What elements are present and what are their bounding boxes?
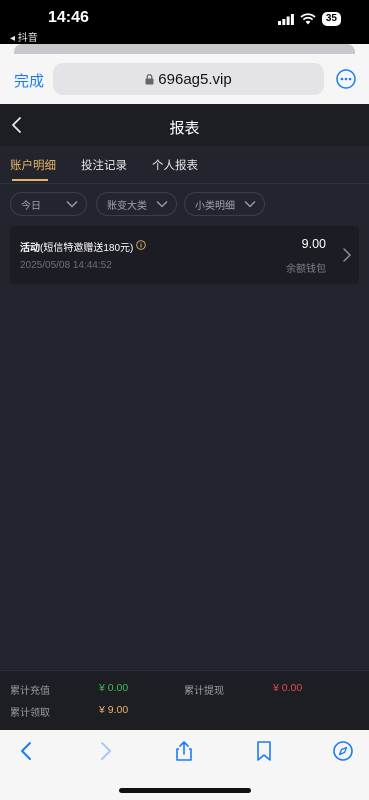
done-button[interactable]: 完成: [14, 70, 44, 91]
compass-icon[interactable]: [332, 740, 354, 762]
chevron-down-icon: [66, 201, 78, 208]
status-time: 14:46: [48, 9, 89, 26]
total-recharge-label: 累计充值: [10, 686, 50, 697]
share-icon[interactable]: [173, 740, 195, 762]
cellular-signal-icon: [277, 13, 294, 25]
total-claim-value: ¥ 9.00: [99, 704, 129, 716]
filter-date-dropdown[interactable]: 今日: [10, 192, 87, 216]
forward-icon[interactable]: [94, 740, 116, 762]
record-date: 2025/05/08 14:44:52: [20, 260, 112, 271]
filter-subcategory-label: 小类明细: [195, 200, 235, 212]
page-title: 报表: [169, 120, 200, 137]
filter-category-label: 账变大类: [107, 200, 147, 212]
battery-indicator: 35: [321, 12, 341, 26]
filter-subcategory-dropdown[interactable]: 小类明细: [184, 192, 265, 216]
tab-account-details[interactable]: 账户明细: [10, 157, 56, 173]
filter-date-label: 今日: [21, 200, 41, 212]
back-icon[interactable]: [16, 740, 38, 762]
record-card[interactable]: 活动(短信特邀赠送180元) 9.00 2025/05/08 14:44:52 …: [10, 226, 359, 284]
chevron-down-icon: [244, 201, 256, 208]
wifi-icon: [300, 13, 316, 25]
status-icons: 35: [277, 12, 341, 26]
record-wallet: 余额钱包: [286, 264, 326, 275]
chevron-right-icon: [343, 248, 352, 262]
sheet-edge: [14, 44, 355, 54]
home-indicator: [119, 788, 251, 793]
more-options-icon[interactable]: [336, 69, 356, 89]
url-text: 696ag5.vip: [158, 70, 232, 88]
filter-category-dropdown[interactable]: 账变大类: [96, 192, 177, 216]
info-icon[interactable]: [136, 240, 146, 250]
total-claim-label: 累计领取: [10, 708, 50, 719]
total-withdraw-label: 累计提现: [184, 686, 224, 697]
total-recharge-value: ¥ 0.00: [99, 682, 129, 694]
tab-bar: 账户明细 投注记录 个人报表: [0, 146, 369, 184]
record-title: 活动(短信特邀赠送180元): [20, 239, 133, 254]
total-withdraw-value: ¥ 0.00: [273, 682, 303, 694]
record-amount: 9.00: [301, 237, 326, 251]
active-tab-indicator: [12, 179, 48, 181]
bookmark-icon[interactable]: [253, 740, 275, 762]
chevron-down-icon: [156, 201, 168, 208]
record-note: (短信特邀赠送180元): [40, 243, 134, 254]
url-bar[interactable]: 696ag5.vip: [53, 63, 324, 95]
back-to-app-link[interactable]: ◂ 抖音: [10, 29, 38, 44]
totals-panel: 累计充值 ¥ 0.00 累计提现 ¥ 0.00 累计领取 ¥ 9.00: [0, 670, 369, 730]
tab-personal-report[interactable]: 个人报表: [152, 157, 198, 173]
tab-bet-records[interactable]: 投注记录: [81, 157, 127, 173]
lock-icon: [145, 73, 154, 84]
record-type: 活动: [20, 243, 40, 254]
